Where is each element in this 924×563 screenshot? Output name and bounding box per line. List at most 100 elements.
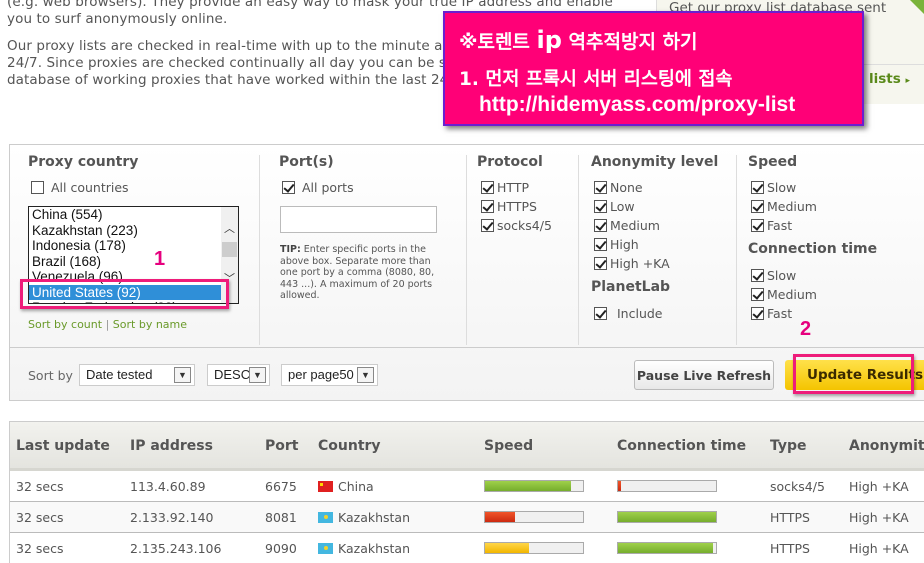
scroll-thumb[interactable]: [222, 242, 237, 257]
speed-bar: [484, 542, 584, 554]
all-countries-checkbox[interactable]: [31, 181, 44, 194]
speed-slow-label: Slow: [767, 180, 797, 195]
col-type[interactable]: Type: [770, 438, 807, 454]
overlay-title-ip: ip: [536, 26, 562, 54]
cell-port: 9090: [265, 541, 297, 556]
cell-port: 6675: [265, 479, 297, 494]
conn-slow-checkbox[interactable]: [751, 269, 764, 282]
intro-p2-l2: 24/7. Since proxies are checked continua…: [7, 55, 447, 71]
cell-ip-address: 2.133.92.140: [130, 510, 214, 525]
intro-p1-l1: (e.g. web browsers). They provide an eas…: [7, 0, 613, 10]
anonymity-highka-option[interactable]: High +KA: [594, 256, 670, 275]
ports-input[interactable]: [280, 206, 437, 233]
country-option[interactable]: Brazil (168): [29, 254, 238, 270]
sort-field-value: Date tested: [86, 367, 153, 382]
anonymity-none-option[interactable]: None: [594, 180, 670, 199]
protocol-socks-checkbox[interactable]: [481, 219, 494, 232]
protocol-socks-option[interactable]: socks4/5: [481, 218, 552, 237]
table-row[interactable]: 32 secs 113.4.60.89 6675 China socks4/5 High …: [10, 471, 924, 502]
chevron-down-icon[interactable]: ▼: [174, 367, 191, 383]
col-country[interactable]: Country: [318, 438, 381, 454]
anonymity-low-option[interactable]: Low: [594, 199, 670, 218]
col-speed[interactable]: Speed: [484, 438, 533, 454]
conn-fast-checkbox[interactable]: [751, 307, 764, 320]
overlay-step1: 1. 먼저 프록시 서버 리스팅에 접속: [459, 69, 733, 90]
anonymity-medium-option[interactable]: Medium: [594, 218, 670, 237]
country-option[interactable]: Kazakhstan (223): [29, 223, 238, 239]
conn-medium-option[interactable]: Medium: [751, 287, 817, 306]
speed-slow-option[interactable]: Slow: [751, 180, 817, 199]
planetlab-include-option[interactable]: Include: [594, 306, 663, 325]
protocol-title: Protocol: [477, 154, 543, 170]
speed-fast-option[interactable]: Fast: [751, 218, 817, 237]
speed-medium-checkbox[interactable]: [751, 200, 764, 213]
connection-time-bar: [617, 511, 717, 523]
country-name: Kazakhstan: [338, 541, 411, 556]
cell-ip-address: 2.135.243.106: [130, 541, 222, 556]
col-ip-address[interactable]: IP address: [130, 438, 213, 454]
speed-slow-checkbox[interactable]: [751, 181, 764, 194]
connection-time-options: Slow Medium Fast: [751, 268, 817, 325]
protocol-http-checkbox[interactable]: [481, 181, 494, 194]
intro-p2-l3: database of working proxies that have wo…: [7, 72, 449, 88]
sort-by-count-link[interactable]: Sort by count: [28, 318, 102, 331]
overlay-url: http://hidemyass.com/proxy-list: [479, 93, 796, 116]
conn-medium-checkbox[interactable]: [751, 288, 764, 301]
cell-last-update: 32 secs: [16, 479, 64, 494]
anonymity-title: Anonymity level: [591, 154, 719, 170]
speed-bar-fill: [485, 512, 516, 522]
flag-kz-icon: [318, 543, 333, 554]
speed-bar-fill: [485, 543, 530, 553]
anonymity-none-checkbox[interactable]: [594, 181, 607, 194]
cell-port: 8081: [265, 510, 297, 525]
scroll-up-icon[interactable]: ︿: [221, 221, 238, 237]
overlay-title: ※토렌트 ip 역추적방지 하기: [459, 26, 698, 54]
planetlab-title: PlanetLab: [591, 279, 671, 295]
protocol-https-checkbox[interactable]: [481, 200, 494, 213]
country-option[interactable]: China (554): [29, 207, 238, 223]
update-button-highlight: [793, 354, 914, 394]
sort-by-label: Sort by: [28, 368, 73, 383]
protocol-https-option[interactable]: HTTPS: [481, 199, 552, 218]
col-last-update[interactable]: Last update: [16, 438, 110, 454]
all-countries-option[interactable]: All countries: [31, 180, 129, 199]
protocol-http-option[interactable]: HTTP: [481, 180, 552, 199]
col-anonymity[interactable]: Anonymity: [849, 438, 924, 454]
all-ports-option[interactable]: All ports: [282, 180, 354, 199]
conn-slow-option[interactable]: Slow: [751, 268, 817, 287]
planetlab-include-checkbox[interactable]: [594, 307, 607, 320]
speed-fast-checkbox[interactable]: [751, 219, 764, 232]
sort-by-name-link[interactable]: Sort by name: [113, 318, 187, 331]
filters-bottom-border: [9, 400, 924, 401]
chevron-down-icon[interactable]: ▼: [357, 367, 374, 383]
annotation-overlay: ※토렌트 ip 역추적방지 하기 1. 먼저 프록시 서버 리스팅에 접속 ht…: [443, 11, 864, 126]
pause-live-refresh-button[interactable]: Pause Live Refresh: [634, 360, 774, 390]
table-row[interactable]: 32 secs 2.135.243.106 9090 Kazakhstan HTTPS H…: [10, 533, 924, 563]
anonymity-highka-checkbox[interactable]: [594, 257, 607, 270]
cell-anonymity: High +KA: [849, 479, 909, 494]
sort-order-select[interactable]: DESC ▼: [207, 364, 270, 386]
col-connection-time[interactable]: Connection time: [617, 438, 746, 454]
speed-title: Speed: [748, 154, 798, 170]
overlay-title-prefix: ※토렌트: [459, 31, 537, 53]
sort-field-select[interactable]: Date tested ▼: [79, 364, 195, 386]
promo-lists-link[interactable]: lists ▸: [869, 71, 910, 87]
country-option[interactable]: Indonesia (178): [29, 238, 238, 254]
protocol-https-label: HTTPS: [497, 199, 537, 214]
speed-medium-option[interactable]: Medium: [751, 199, 817, 218]
anonymity-none-label: None: [610, 180, 643, 195]
anonymity-high-option[interactable]: High: [594, 237, 670, 256]
connection-time-bar: [617, 542, 717, 554]
anonymity-high-checkbox[interactable]: [594, 238, 607, 251]
speed-options: Slow Medium Fast: [751, 180, 817, 237]
all-ports-checkbox[interactable]: [282, 181, 295, 194]
table-row[interactable]: 32 secs 2.133.92.140 8081 Kazakhstan HTTPS Hi…: [10, 502, 924, 533]
anonymity-medium-checkbox[interactable]: [594, 219, 607, 232]
connection-time-bar-fill: [618, 481, 621, 491]
per-page-select[interactable]: per page50 ▼: [281, 364, 378, 386]
anonymity-low-checkbox[interactable]: [594, 200, 607, 213]
ports-tip: TIP: Enter specific ports in the above b…: [280, 244, 450, 302]
col-port[interactable]: Port: [265, 438, 298, 454]
chevron-down-icon[interactable]: ▼: [249, 367, 266, 383]
cell-country: China: [318, 479, 374, 494]
